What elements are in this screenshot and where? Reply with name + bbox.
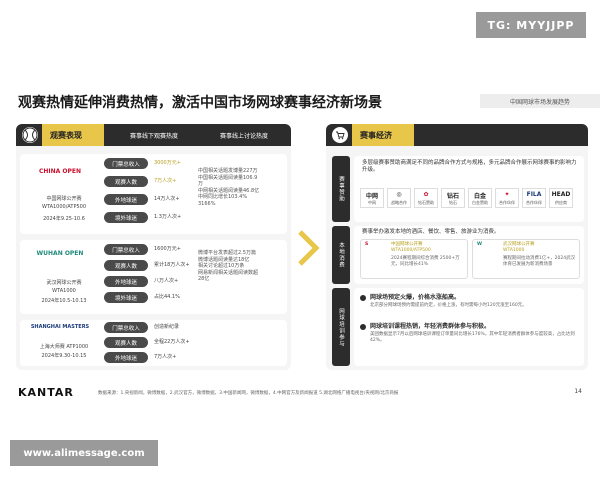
chip-attendance: 观赛人数 xyxy=(104,260,148,271)
training-point-sub: 美团数据显示7月以后网球培训课程订单量同比增长176%，其中年轻消费者群体参与度… xyxy=(370,332,575,343)
chip-ticket-revenue: 门票总收入 xyxy=(104,158,148,169)
event-card-china-open: CHINA OPEN 中国网球公开赛 WTA1000/ATP500 2024年9… xyxy=(20,154,287,234)
event-card-wuhan-open: WUHAN OPEN 武汉网球公开赛 WTA1000 2024年10.5-10.… xyxy=(20,240,287,314)
chip-attendance: 观赛人数 xyxy=(104,176,148,187)
value: 占比44.1% xyxy=(154,294,180,300)
page-title: 观赛热情延伸消费热情，激活中国市场网球赛事经济新场景 xyxy=(18,95,382,111)
sponsorship-text: 多层级赛事赞助商满足不同的品牌合作方式与规格，多元品牌合作展示网球赛事的影响力升… xyxy=(362,160,577,173)
chip-overseas-fans: 境外球迷 xyxy=(104,292,148,303)
event-economy-panel: 赛事经济 赛事赞助 多层级赛事赞助商满足不同的品牌合作方式与规格，多元品牌合作展… xyxy=(326,124,588,370)
cart-icon xyxy=(332,127,348,143)
sponsor-logo: ◎ 战略合作 xyxy=(387,188,411,208)
value: 7万人次+ xyxy=(154,354,177,360)
sponsorship-card: 多层级赛事赞助商满足不同的品牌合作方式与规格，多元品牌合作展示网球赛事的影响力升… xyxy=(354,156,584,222)
local-consumption-card: 赛事举办激发本地的酒店、餐饮、零售、旅游业为消费。 S 中国网球公开赛 WTA1… xyxy=(354,226,584,284)
value: 累计18万人次+ xyxy=(154,262,190,268)
event-date: 2024年10.5-10.13 xyxy=(41,298,87,304)
bullet-dot xyxy=(360,295,366,301)
sponsor-logo: 白金 白金赞助 xyxy=(468,188,492,208)
training-card: 网球场预定火爆，价格水涨船高。 北京部分网球场预约需提前约定，价格上涨，有时需每… xyxy=(354,288,584,366)
bullet-dot xyxy=(360,324,366,330)
value: 全程22万人次+ xyxy=(154,339,190,345)
event-name: 武汉网球公开赛 xyxy=(46,280,82,286)
online-bullets: 中国相关话题发博量227万 中国相关话题阅读量106.9万 中网相关话题阅读量4… xyxy=(198,168,260,207)
chip-ticket-revenue: 门票总收入 xyxy=(104,322,148,333)
sponsor-logo: FILA 合作伙伴 xyxy=(522,188,546,208)
online-bullets: 微博平台发表超过2.5万篇 微博话题阅读量达18亿 相关讨论超过10万条 网易新… xyxy=(198,250,259,282)
viewing-performance-panel: 观赛表现 赛事线下观赛热度 赛事线上讨论热度 CHINA OPEN 中国网球公开… xyxy=(16,124,291,370)
right-panel-header: 赛事经济 xyxy=(326,124,588,146)
chevron-right-icon xyxy=(298,230,320,266)
value: 八万人次+ xyxy=(154,278,179,284)
card-detail: 赛程期间拉动消费1亿+，2024武汉体育已发展为新消费场景 xyxy=(503,256,576,267)
section-tab-training: 网球培训参与 xyxy=(332,288,350,366)
section-tagline: 中国网球市场发展趋势 xyxy=(480,94,600,108)
online-heat-col: 赛事线上讨论热度 xyxy=(220,132,269,140)
sponsor-logo: 中网 中网 xyxy=(360,188,384,208)
value: 7万人次+ xyxy=(154,178,177,184)
local-card-wuhan-open: W 武汉网球公开赛 WTA1000 赛程期间拉动消费1亿+，2024武汉体育已发… xyxy=(472,239,580,279)
value: 14万人次+ xyxy=(154,196,180,202)
offline-heat-col: 赛事线下观赛热度 xyxy=(130,132,179,140)
event-name: 中国网球公开赛 xyxy=(46,196,82,202)
event-name: 上海大师赛 ATP1000 xyxy=(39,344,89,350)
local-consumption-text: 赛事举办激发本地的酒店、餐饮、零售、旅游业为消费。 xyxy=(362,229,500,235)
sponsor-logo: ✿ 钻石赞助 xyxy=(414,188,438,208)
section-tab-sponsorship: 赛事赞助 xyxy=(332,156,350,222)
kantar-logo: KANTAR xyxy=(18,386,74,399)
card-event-level: WTA1000/ATP500 xyxy=(391,248,431,253)
training-point-head: 网球场预定火爆，价格水涨船高。 xyxy=(370,294,461,301)
local-card-china-open: S 中国网球公开赛 WTA1000/ATP500 2024赛程期间综合消费 25… xyxy=(360,239,468,279)
value: 创造新纪录 xyxy=(154,324,180,330)
value: 1600万元+ xyxy=(154,246,181,252)
left-panel-label: 观赛表现 xyxy=(42,124,104,146)
shanghai-masters-logo: SHANGHAI MASTERS xyxy=(30,324,90,330)
value: 3000万元+ xyxy=(154,160,181,166)
china-open-logo: S xyxy=(365,242,369,247)
card-detail: 2024赛程期间综合消费 2500+万元，同比增长41% xyxy=(391,256,460,267)
china-open-logo: CHINA OPEN xyxy=(38,168,82,175)
event-level: WTA1000/ATP500 xyxy=(41,204,87,210)
sponsor-logo: 钻石 钻石 xyxy=(441,188,465,208)
chip-nonlocal-fans: 外地球迷 xyxy=(104,194,148,205)
section-tab-local-consumption: 本地消费 xyxy=(332,226,350,284)
page-number: 14 xyxy=(574,388,582,395)
sponsor-logo: ✦ 合作伙伴 xyxy=(495,188,519,208)
wuhan-open-logo: W xyxy=(477,242,482,247)
right-panel-label: 赛事经济 xyxy=(352,124,414,146)
chip-overseas-fans: 境外球迷 xyxy=(104,212,148,223)
chip-attendance: 观赛人数 xyxy=(104,337,148,348)
wuhan-open-logo: WUHAN OPEN xyxy=(36,250,84,257)
event-date: 2024年9.25-10.6 xyxy=(43,216,85,222)
training-point-sub: 北京部分网球场预约需提前约定，价格上涨，有时需每小时120元涨至160元。 xyxy=(370,303,527,308)
training-point-head: 网球培训课程热销，年轻消费群体参与积极。 xyxy=(370,323,491,330)
tennis-ball-icon xyxy=(22,127,38,143)
watermark-top: TG: MYYJJPP xyxy=(476,12,586,38)
event-date: 2024年9.30-10.15 xyxy=(41,353,87,359)
event-level: WTA1000 xyxy=(52,288,76,294)
data-source-note: 数据来源：1.央视新闻，微博数据，2.武汉官方，微博数据，3.中国新闻网，微博数… xyxy=(98,391,399,396)
card-event-level: WTA1000 xyxy=(503,248,525,253)
chip-ticket-revenue: 门票总收入 xyxy=(104,244,148,255)
sponsor-logo: HEAD 供应商 xyxy=(549,188,573,208)
value: 1.3万人次+ xyxy=(154,214,182,220)
left-panel-header: 观赛表现 赛事线下观赛热度 赛事线上讨论热度 xyxy=(16,124,291,146)
chip-nonlocal-fans: 外地球迷 xyxy=(104,352,148,363)
event-card-shanghai-masters: SHANGHAI MASTERS 上海大师赛 ATP1000 2024年9.30… xyxy=(20,320,287,366)
chip-nonlocal-fans: 外地球迷 xyxy=(104,276,148,287)
watermark-bottom: www.alimessage.com xyxy=(10,440,158,466)
